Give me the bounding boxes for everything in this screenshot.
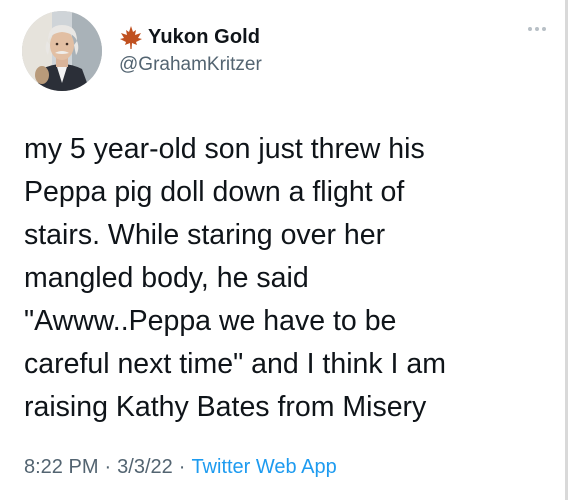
display-name: Yukon Gold <box>148 25 261 48</box>
maple-leaf-icon <box>118 24 144 50</box>
avatar-photo <box>22 11 102 91</box>
tweet-metadata: 8:22 PM · 3/3/22 · Twitter Web App <box>24 456 337 479</box>
tweet-card: Yukon Gold @GrahamKritzer my 5 year-old … <box>0 0 568 500</box>
tweet-text: my 5 year-old son just threw his Peppa p… <box>24 133 446 423</box>
tweet-date[interactable]: 3/3/22 <box>117 456 173 478</box>
tweet-time[interactable]: 8:22 PM <box>24 456 98 478</box>
author-name-row[interactable]: Yukon Gold <box>118 24 260 50</box>
more-horizontal-icon[interactable] <box>528 27 546 31</box>
avatar[interactable] <box>22 11 102 91</box>
user-handle[interactable]: @GrahamKritzer <box>119 54 262 76</box>
separator-dot: · <box>104 456 112 478</box>
separator-dot: · <box>178 456 186 478</box>
tweet-source[interactable]: Twitter Web App <box>191 456 336 478</box>
